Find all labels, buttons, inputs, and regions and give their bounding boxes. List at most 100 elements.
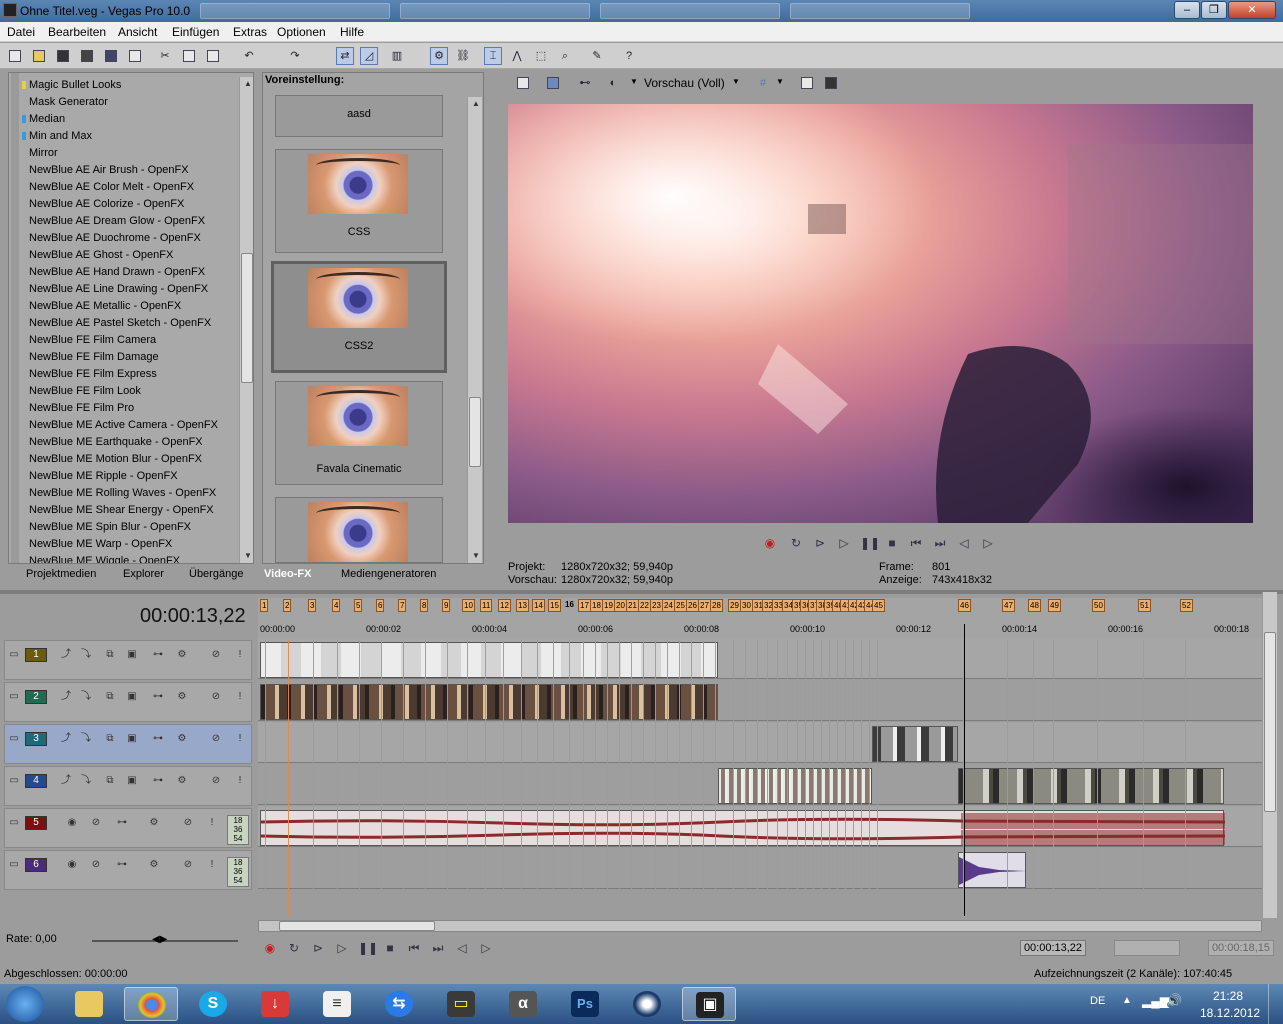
scroll-down-icon[interactable]: ▼	[468, 549, 484, 563]
fx-list-item[interactable]: Mirror	[29, 145, 58, 162]
scroll-up-icon[interactable]: ▲	[240, 77, 253, 91]
fx-list-item[interactable]: NewBlue ME Wiggle - OpenFX	[29, 553, 180, 563]
fx-list-item[interactable]: NewBlue ME Earthquake - OpenFX	[29, 434, 203, 451]
track-settings-icon[interactable]: ⚙	[147, 816, 161, 830]
fx-list-item[interactable]: NewBlue AE Colorize - OpenFX	[29, 196, 184, 213]
taskbar-skype[interactable]: S	[186, 987, 240, 1021]
mute-icon[interactable]: ⊘	[181, 858, 195, 872]
timeline-marker[interactable]: 19	[602, 599, 615, 612]
record-icon[interactable]: ◉	[762, 535, 778, 551]
timeline-marker[interactable]: 51	[1138, 599, 1151, 612]
timeline-marker[interactable]: 30	[740, 599, 753, 612]
timeline-marker[interactable]: 18	[590, 599, 603, 612]
track-motion-icon[interactable]: ⤴	[59, 690, 73, 704]
track-header-4[interactable]: ▭ 4 ⤴ ⤵ ⧉ ▣ ⊶ ⚙ ⊘!	[4, 766, 252, 806]
track-minimize-icon[interactable]: ▭	[7, 648, 21, 662]
fx-list-item[interactable]: NewBlue ME Warp - OpenFX	[29, 536, 172, 553]
scroll-thumb[interactable]	[241, 253, 253, 383]
close-button[interactable]: ✕	[1228, 1, 1276, 19]
video-clip-track-3[interactable]	[872, 726, 958, 762]
mute-icon[interactable]: ⊘	[209, 732, 223, 746]
tab-explorer[interactable]: Explorer	[123, 568, 164, 580]
timeline-marker[interactable]: 13	[516, 599, 529, 612]
timeline-marker[interactable]: 16	[564, 599, 575, 612]
go-to-start-icon[interactable]: ⏮	[406, 940, 422, 956]
save-snapshot-icon[interactable]	[822, 74, 840, 92]
fx-list-item[interactable]: NewBlue AE Air Brush - OpenFX	[29, 162, 189, 179]
tab-video-fx[interactable]: Video-FX	[264, 568, 311, 580]
preview-properties-icon[interactable]	[514, 74, 532, 92]
track-lane-3[interactable]	[258, 722, 1262, 763]
clock-time[interactable]: 21:28	[1213, 989, 1243, 1003]
preset-item[interactable]: aasd	[275, 95, 443, 137]
timeline-marker[interactable]: 52	[1180, 599, 1193, 612]
composite-mode-icon[interactable]: ⧉	[103, 690, 117, 704]
pause-icon[interactable]: ❚❚	[358, 940, 378, 956]
track-settings-icon[interactable]: ⚙	[175, 648, 189, 662]
tab-projektmedien[interactable]: Projektmedien	[26, 568, 96, 580]
track-settings-icon[interactable]: ⚙	[175, 732, 189, 746]
next-frame-icon[interactable]: ▷	[478, 940, 494, 956]
preset-item[interactable]	[275, 497, 443, 563]
next-frame-icon[interactable]: ▷	[980, 535, 996, 551]
auto-crossfade-icon[interactable]: ◿	[360, 47, 378, 65]
play-from-start-icon[interactable]: ⊳	[812, 535, 828, 551]
tray-expand-icon[interactable]: ▲	[1122, 995, 1132, 1006]
play-from-start-icon[interactable]: ⊳	[310, 940, 326, 956]
copy-snapshot-icon[interactable]	[798, 74, 816, 92]
go-to-end-icon[interactable]: ⏭	[932, 535, 948, 551]
rate-slider-thumb[interactable]: ◀▶	[152, 934, 167, 945]
composite-mode-icon[interactable]: ⧉	[103, 648, 117, 662]
paste-icon[interactable]	[204, 47, 222, 65]
scroll-thumb[interactable]	[279, 921, 435, 931]
fx-list-item[interactable]: NewBlue AE Line Drawing - OpenFX	[29, 281, 208, 298]
undo-icon[interactable]: ↶	[240, 47, 258, 65]
track-compositor-icon[interactable]: ⊶	[151, 732, 165, 746]
track-effects-icon[interactable]: ▣	[125, 732, 139, 746]
selection-tool-icon[interactable]: ⬚	[532, 47, 550, 65]
save-icon[interactable]	[54, 47, 72, 65]
composite-mode-icon[interactable]: ⧉	[103, 774, 117, 788]
track-motion-icon[interactable]: ⤴	[59, 732, 73, 746]
track-compositor-icon[interactable]: ⊶	[151, 690, 165, 704]
previous-frame-icon[interactable]: ◁	[956, 535, 972, 551]
record-icon[interactable]: ◉	[262, 940, 278, 956]
go-to-start-icon[interactable]: ⏮	[908, 535, 924, 551]
taskbar-photoshop[interactable]: Ps	[558, 987, 612, 1021]
fx-list-item[interactable]: NewBlue AE Pastel Sketch - OpenFX	[29, 315, 211, 332]
timeline-marker[interactable]: 27	[698, 599, 711, 612]
track-header-1[interactable]: ▭ 1 ⤴ ⤵ ⧉ ▣ ⊶ ⚙ ⊘!	[4, 640, 252, 680]
track-header-2[interactable]: ▭ 2 ⤴ ⤵ ⧉ ▣ ⊶ ⚙ ⊘!	[4, 682, 252, 722]
split-screen-icon[interactable]: ◐	[604, 74, 622, 92]
fx-list-item[interactable]: NewBlue FE Film Look	[29, 383, 141, 400]
track-lane-6[interactable]	[258, 848, 1262, 889]
fx-list-item[interactable]: Median	[29, 111, 65, 128]
preview-quality-dropdown[interactable]: Vorschau (Voll)	[644, 76, 725, 90]
fx-list-item[interactable]: Magic Bullet Looks	[29, 77, 121, 94]
pause-icon[interactable]: ❚❚	[860, 535, 880, 551]
cursor-position-field[interactable]: 00:00:13,22	[1020, 940, 1086, 956]
taskbar-alpha[interactable]: α	[496, 987, 550, 1021]
taskbar-monitor[interactable]: ▭	[434, 987, 488, 1021]
track-minimize-icon[interactable]: ▭	[7, 858, 21, 872]
ignore-grouping-icon[interactable]: ⛓	[454, 47, 472, 65]
audio-clip-track-6[interactable]	[958, 852, 1027, 888]
solo-icon[interactable]: !	[233, 732, 247, 746]
timeline-marker[interactable]: 5	[354, 599, 363, 612]
solo-icon[interactable]: !	[233, 690, 247, 704]
timeline-marker[interactable]: 4	[332, 599, 341, 612]
timeline-marker[interactable]: 21	[626, 599, 639, 612]
timeline-marker[interactable]: 12	[498, 599, 511, 612]
zoom-tool-icon[interactable]: ⌕	[556, 47, 574, 65]
timeline-marker[interactable]: 28	[710, 599, 723, 612]
play-icon[interactable]: ▷	[836, 535, 852, 551]
preset-item[interactable]: Favala Cinematic	[275, 381, 443, 485]
track-fx-down-icon[interactable]: ⤵	[79, 648, 93, 662]
scroll-thumb[interactable]	[469, 397, 481, 467]
show-desktop-button[interactable]	[1268, 984, 1283, 1024]
timeline-marker[interactable]: 14	[532, 599, 545, 612]
scroll-down-icon[interactable]: ▼	[240, 549, 253, 563]
fx-list-item[interactable]: NewBlue FE Film Camera	[29, 332, 156, 349]
timeline-marker[interactable]: 11	[480, 599, 493, 612]
timeline-marker[interactable]: 48	[1028, 599, 1041, 612]
